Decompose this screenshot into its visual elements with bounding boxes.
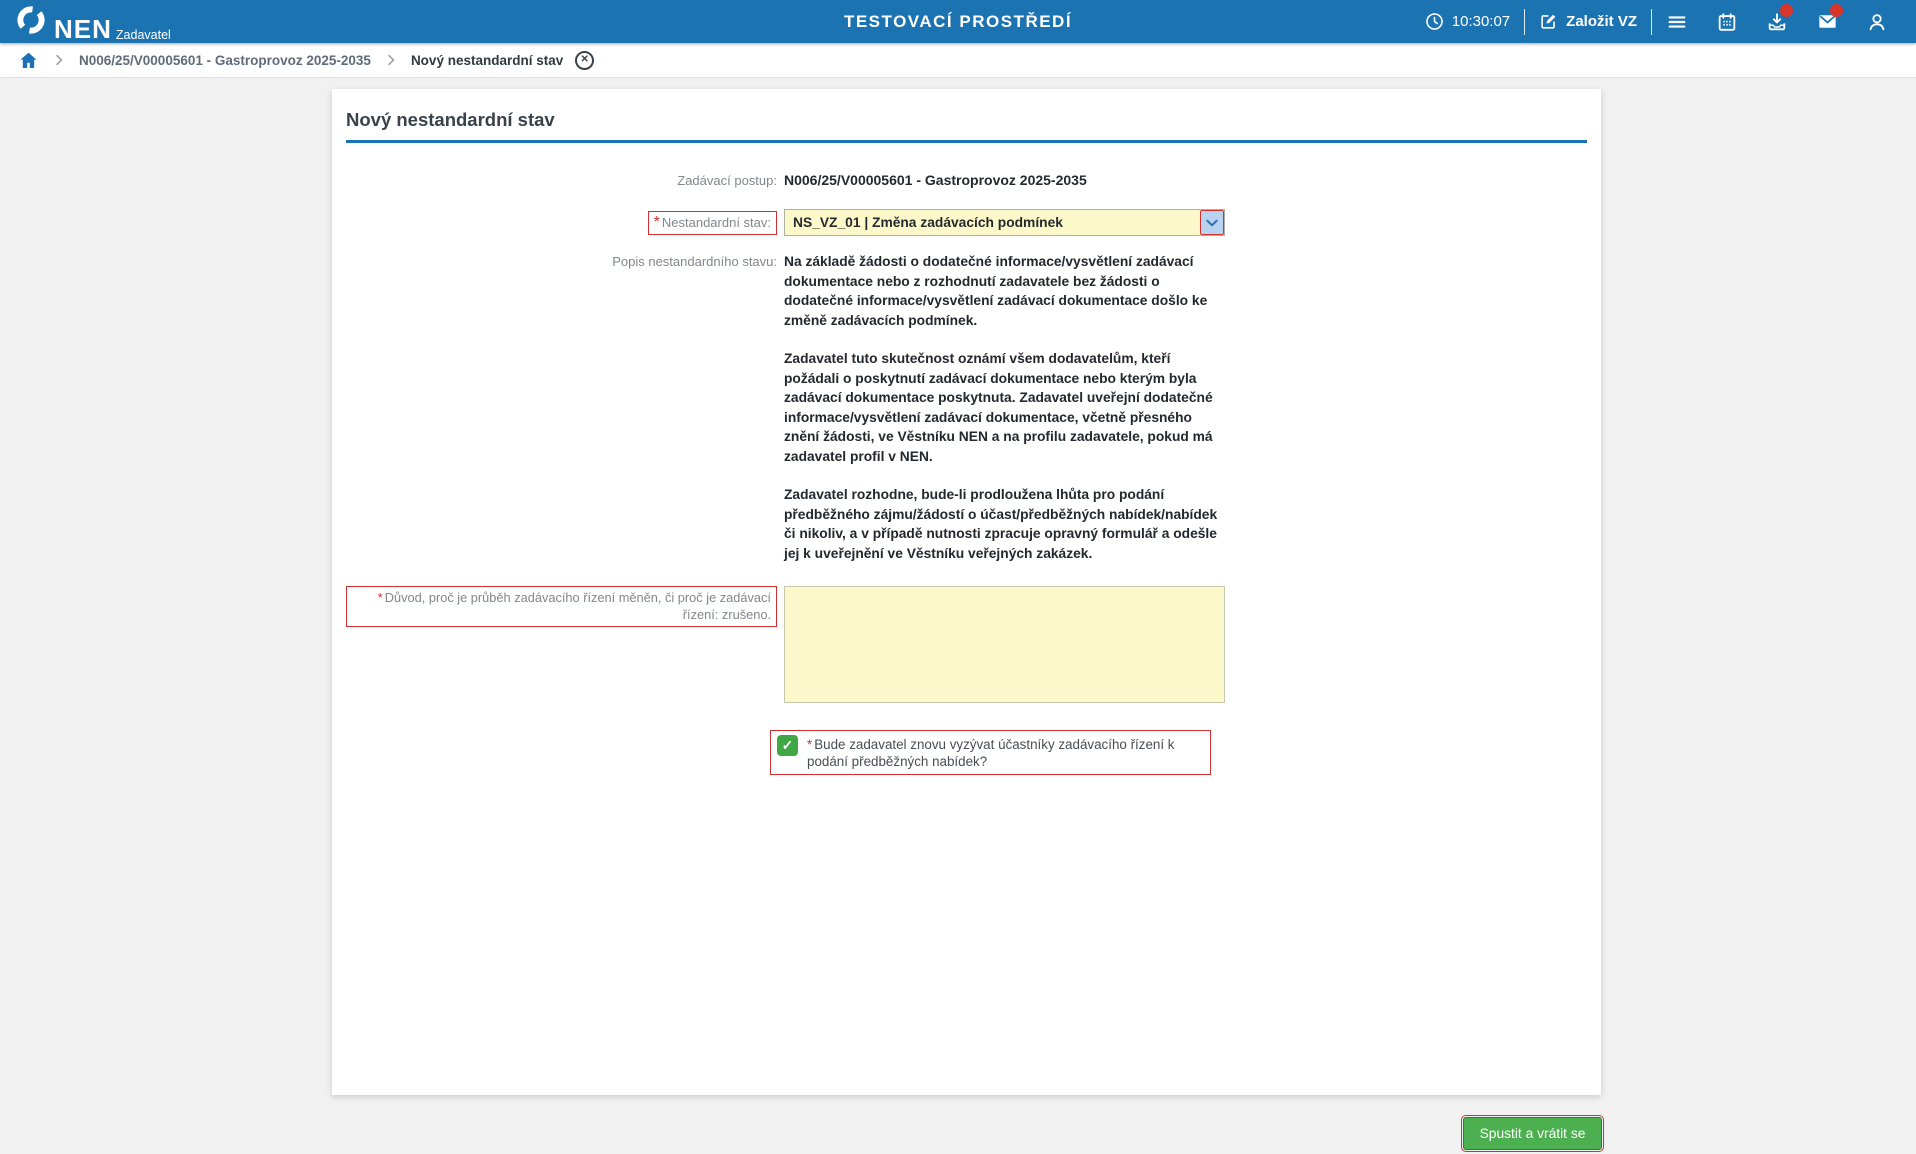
messages-badge <box>1830 4 1843 17</box>
reason-row: * Důvod, proč je průběh zadávacího řízení… <box>346 586 1587 708</box>
calendar-icon <box>1718 12 1736 31</box>
environment-title: TESTOVACÍ PROSTŘEDÍ <box>843 11 1073 31</box>
reinvite-field-box: ✓ * Bude zadavatel znovu vyzývat účastník… <box>770 730 1211 775</box>
state-row: * Nestandardní stav: NS_VZ_01 | Změna zad… <box>346 209 1587 236</box>
required-asterisk: * <box>377 590 383 605</box>
description-paragraph: Zadavatel rozhodne, bude-li prodloužena … <box>784 487 1218 561</box>
state-select[interactable]: NS_VZ_01 | Změna zadávacích podmínek <box>784 209 1225 236</box>
description-label: Popis nestandardního stavu: <box>612 254 777 269</box>
procedure-row: Zadávací postup: N006/25/V00005601 - Gas… <box>346 170 1587 190</box>
reason-label: Důvod, proč je průběh zadávacího řízení … <box>384 590 771 622</box>
checkbox-check-icon: ✓ <box>781 737 794 753</box>
close-icon[interactable]: ✕ <box>575 50 595 70</box>
menu-icon <box>1668 15 1686 28</box>
submit-and-return-button[interactable]: Spustit a vrátit se <box>1461 1115 1604 1152</box>
brand-role: Zadavatel <box>115 28 171 42</box>
description-row: Popis nestandardního stavu: Na základě ž… <box>346 252 1587 563</box>
reinvite-label: * Bude zadavatel znovu vyzývat účastníky … <box>807 737 1175 769</box>
title-divider <box>346 140 1587 143</box>
downloads-badge <box>1780 4 1793 17</box>
nen-logo[interactable]: NEN Zadavatel <box>14 3 171 44</box>
create-vz-label: Založit VZ <box>1566 13 1637 30</box>
reinvite-row: ✓ * Bude zadavatel znovu vyzývat účastník… <box>346 730 1587 775</box>
chevron-right-icon <box>51 52 67 68</box>
reason-label-box: * Důvod, proč je průběh zadávacího řízení… <box>346 586 777 627</box>
content-panel: Nový nestandardní stav Zadávací postup: … <box>332 89 1601 1095</box>
session-clock: 10:30:07 <box>1411 12 1524 31</box>
description-paragraph: Na základě žádosti o dodatečné informace… <box>784 254 1208 328</box>
procedure-label: Zadávací postup: <box>677 173 777 188</box>
home-icon[interactable] <box>18 50 39 71</box>
required-asterisk: * <box>807 737 813 752</box>
breadcrumb: N006/25/V00005601 - Gastroprovoz 2025-20… <box>0 43 1916 78</box>
breadcrumb-item-current[interactable]: Nový nestandardní stav <box>411 53 563 68</box>
nen-swirl-icon <box>17 6 45 34</box>
page-title: Nový nestandardní stav <box>346 109 555 130</box>
description-paragraph: Zadavatel tuto skutečnost oznámí všem do… <box>784 351 1213 464</box>
top-header: NEN Zadavatel TESTOVACÍ PROSTŘEDÍ 10:30:… <box>0 0 1916 43</box>
clock-time: 10:30:07 <box>1451 13 1511 30</box>
required-asterisk: * <box>653 213 660 231</box>
breadcrumb-item-procedure[interactable]: N006/25/V00005601 - Gastroprovoz 2025-20… <box>79 53 371 68</box>
reason-textarea[interactable] <box>784 586 1225 703</box>
calendar-button[interactable] <box>1702 0 1752 43</box>
clock-icon <box>1425 13 1443 30</box>
procedure-value: N006/25/V00005601 - Gastroprovoz 2025-20… <box>784 172 1087 188</box>
user-icon <box>1869 13 1885 30</box>
nonstandard-state-form: Zadávací postup: N006/25/V00005601 - Gas… <box>346 170 1587 775</box>
downloads-button[interactable] <box>1752 0 1802 43</box>
brand-name: NEN <box>54 13 112 44</box>
chevron-down-icon <box>1206 219 1218 226</box>
state-select-arrow-button[interactable] <box>1200 210 1224 235</box>
state-select-value: NS_VZ_01 | Změna zadávacích podmínek <box>793 215 1063 230</box>
menu-button[interactable] <box>1652 0 1702 43</box>
state-label: Nestandardní stav: <box>661 214 771 230</box>
profile-button[interactable] <box>1852 0 1902 43</box>
state-label-box: * Nestandardní stav: <box>647 210 777 235</box>
chevron-right-icon <box>383 52 399 68</box>
create-vz-button[interactable]: Založit VZ <box>1525 12 1651 31</box>
compose-icon <box>1541 14 1556 29</box>
messages-button[interactable] <box>1802 0 1852 43</box>
reinvite-checkbox[interactable]: ✓ <box>777 735 798 756</box>
